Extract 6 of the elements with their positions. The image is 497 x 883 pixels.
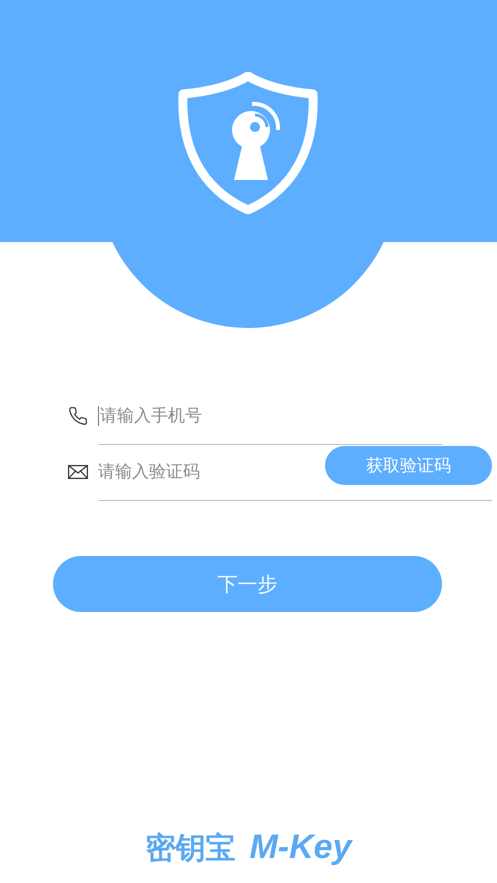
next-button[interactable]: 下一步	[53, 556, 442, 612]
brand-wordmark: M-Key	[249, 828, 352, 867]
brand-name: 密钥宝	[145, 830, 236, 868]
get-code-button[interactable]: 获取验证码	[325, 446, 492, 484]
code-input-field[interactable]: 请输入验证码	[98, 462, 317, 482]
phone-input-field[interactable]: 请输入手机号	[98, 406, 442, 426]
